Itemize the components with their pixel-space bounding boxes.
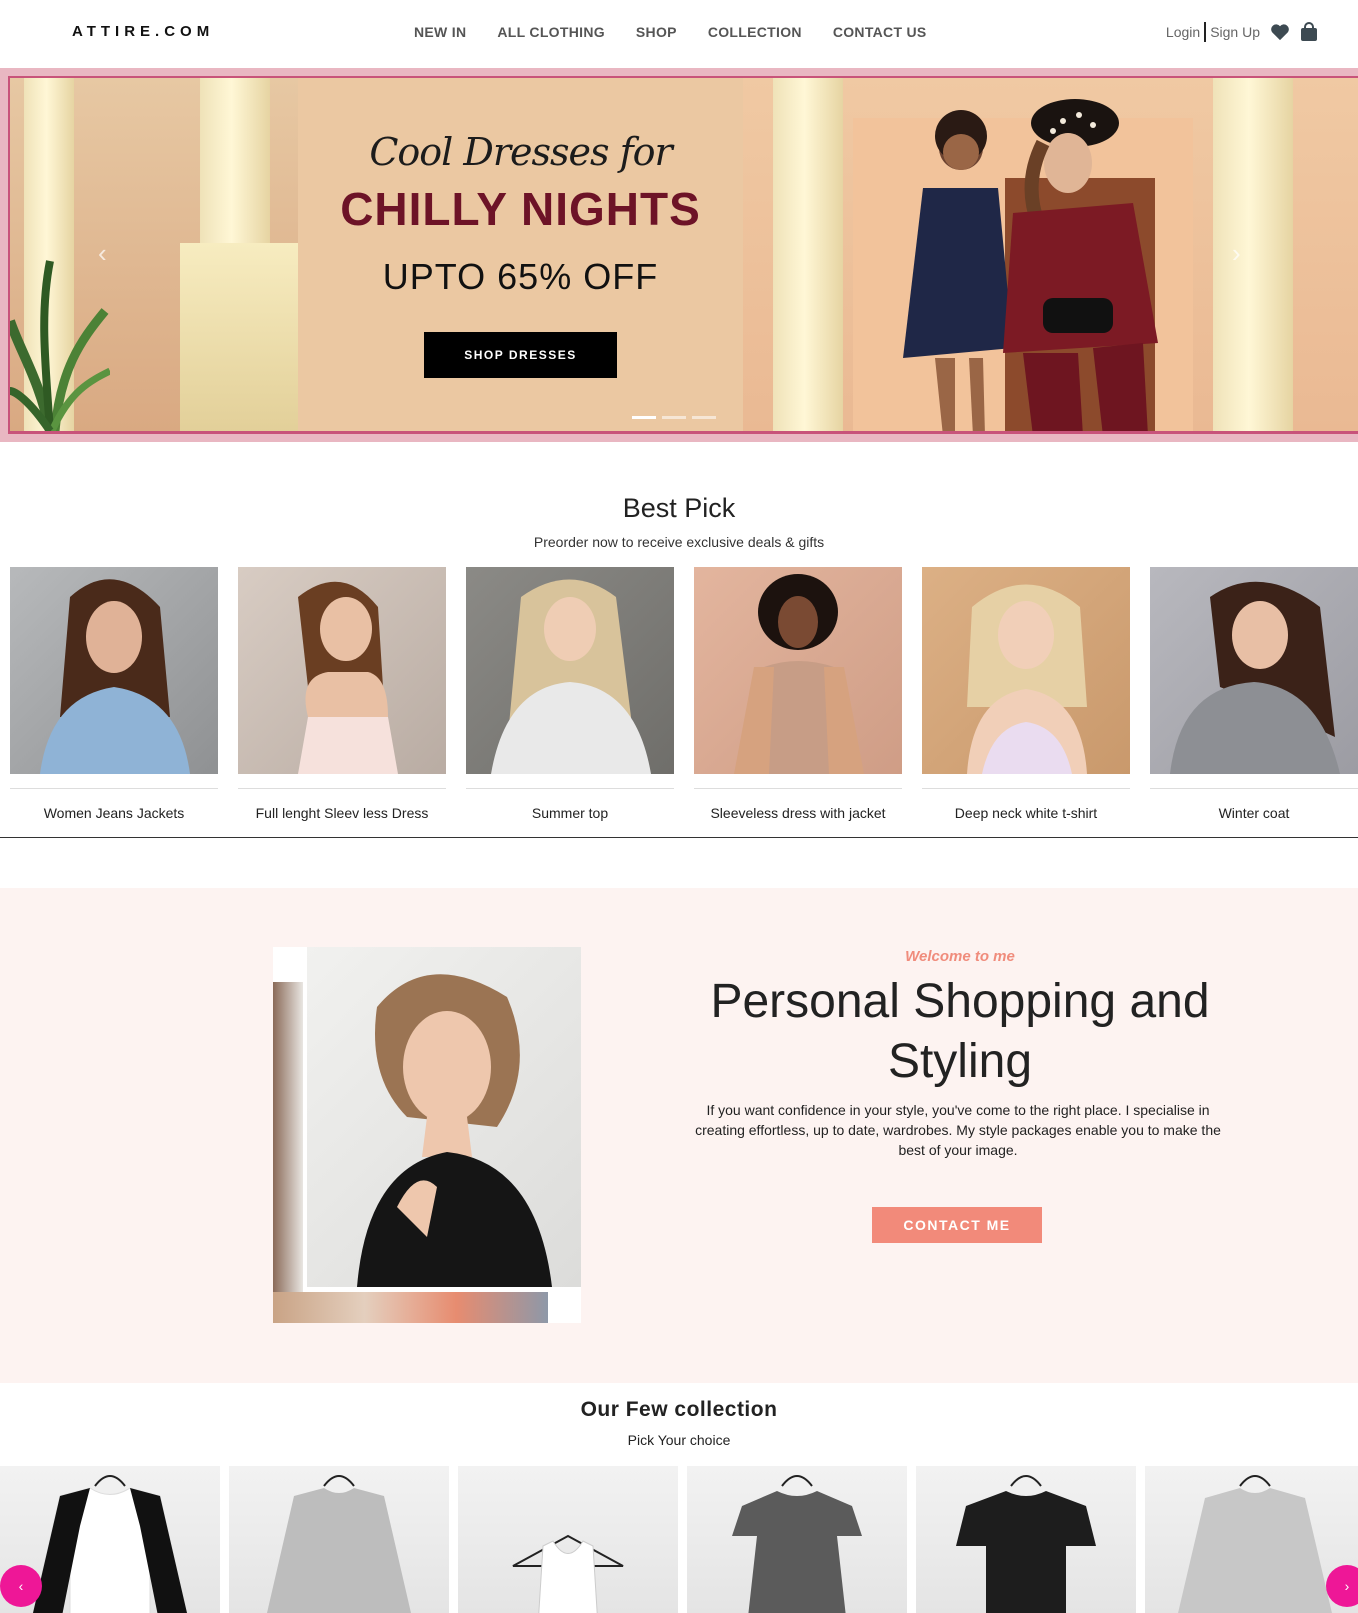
product-label[interactable]: Women Jeans Jackets bbox=[10, 805, 218, 821]
collection-item[interactable] bbox=[229, 1466, 449, 1613]
hero-banner: Cool Dresses for CHILLY NIGHTS UPTO 65% … bbox=[0, 68, 1358, 442]
nav-shop[interactable]: SHOP bbox=[636, 24, 677, 40]
collection-prev-button[interactable]: ‹ bbox=[0, 1565, 42, 1607]
collection-carousel bbox=[0, 1466, 1358, 1613]
product-image[interactable] bbox=[238, 567, 446, 774]
hero-offer: UPTO 65% OFF bbox=[382, 256, 659, 297]
hero-prev-arrow[interactable]: ‹ bbox=[98, 238, 107, 269]
best-pick-subtitle: Preorder now to receive exclusive deals … bbox=[533, 534, 825, 550]
slide-indicator-1[interactable] bbox=[632, 416, 656, 419]
hero-next-arrow[interactable]: › bbox=[1232, 238, 1241, 269]
product-label[interactable]: Winter coat bbox=[1150, 805, 1358, 821]
personal-shopping-section: Welcome to me Personal Shopping and Styl… bbox=[0, 888, 1358, 1383]
product-card[interactable]: Sleeveless dress with jacket bbox=[694, 567, 902, 821]
main-nav: NEW IN ALL CLOTHING SHOP COLLECTION CONT… bbox=[414, 24, 958, 40]
welcome-tagline: Welcome to me bbox=[905, 948, 1015, 965]
card-divider bbox=[466, 788, 674, 789]
card-divider bbox=[694, 788, 902, 789]
collection-subtitle: Pick Your choice bbox=[627, 1432, 731, 1448]
stylist-photo bbox=[273, 947, 581, 1323]
collection-title: Our Few collection bbox=[580, 1398, 778, 1421]
nav-contact-us[interactable]: CONTACT US bbox=[833, 24, 927, 40]
card-divider bbox=[238, 788, 446, 789]
hero-slide[interactable]: Cool Dresses for CHILLY NIGHTS UPTO 65% … bbox=[8, 76, 1358, 434]
section-divider bbox=[0, 837, 1358, 838]
signup-link[interactable]: Sign Up bbox=[1210, 24, 1260, 40]
product-image[interactable] bbox=[10, 567, 218, 774]
card-divider bbox=[1150, 788, 1358, 789]
slider-indicators bbox=[632, 416, 716, 419]
product-image[interactable] bbox=[694, 567, 902, 774]
product-label[interactable]: Sleeveless dress with jacket bbox=[694, 805, 902, 821]
auth-divider bbox=[1204, 22, 1207, 42]
slide-indicator-3[interactable] bbox=[692, 416, 716, 419]
personal-title: Personal Shopping and Styling bbox=[710, 975, 1210, 1088]
collection-item[interactable] bbox=[916, 1466, 1136, 1613]
card-divider bbox=[10, 788, 218, 789]
collection-item[interactable] bbox=[687, 1466, 907, 1613]
hero-left-image bbox=[10, 78, 298, 431]
login-link[interactable]: Login bbox=[1166, 24, 1200, 40]
best-pick-title: Best Pick bbox=[622, 493, 736, 523]
shopping-bag-icon[interactable] bbox=[1300, 22, 1318, 42]
product-image[interactable] bbox=[466, 567, 674, 774]
card-divider bbox=[922, 788, 1130, 789]
hero-script-line: Cool Dresses for bbox=[369, 130, 672, 174]
hero-models-image bbox=[743, 78, 1358, 431]
brand-logo[interactable]: ATTIRE.COM bbox=[72, 23, 214, 40]
product-card[interactable]: Summer top bbox=[466, 567, 674, 821]
hero-headline: CHILLY NIGHTS bbox=[340, 183, 701, 235]
nav-all-clothing[interactable]: ALL CLOTHING bbox=[497, 24, 605, 40]
personal-description: If you want confidence in your style, yo… bbox=[695, 1102, 1221, 1158]
heart-icon[interactable] bbox=[1270, 23, 1290, 41]
site-header: ATTIRE.COM NEW IN ALL CLOTHING SHOP COLL… bbox=[0, 0, 1358, 68]
product-label[interactable]: Deep neck white t-shirt bbox=[922, 805, 1130, 821]
product-card[interactable]: Full lenght Sleev less Dress bbox=[238, 567, 446, 821]
nav-collection[interactable]: COLLECTION bbox=[708, 24, 802, 40]
contact-me-button[interactable]: CONTACT ME bbox=[872, 1207, 1042, 1243]
product-card[interactable]: Deep neck white t-shirt bbox=[922, 567, 1130, 821]
product-image[interactable] bbox=[922, 567, 1130, 774]
auth-links: Login Sign Up bbox=[1166, 22, 1318, 42]
product-label[interactable]: Full lenght Sleev less Dress bbox=[238, 805, 446, 821]
best-pick-list: Women Jeans Jackets Full lenght Sleev le… bbox=[10, 567, 1358, 821]
collection-item[interactable] bbox=[458, 1466, 678, 1613]
plant-image bbox=[10, 260, 110, 431]
slide-indicator-2[interactable] bbox=[662, 416, 686, 419]
product-card[interactable]: Winter coat bbox=[1150, 567, 1358, 821]
hero-promo-panel: Cool Dresses for CHILLY NIGHTS UPTO 65% … bbox=[298, 78, 743, 431]
product-image[interactable] bbox=[1150, 567, 1358, 774]
shop-dresses-button[interactable]: SHOP DRESSES bbox=[424, 332, 617, 378]
product-card[interactable]: Women Jeans Jackets bbox=[10, 567, 218, 821]
product-label[interactable]: Summer top bbox=[466, 805, 674, 821]
nav-new-in[interactable]: NEW IN bbox=[414, 24, 466, 40]
